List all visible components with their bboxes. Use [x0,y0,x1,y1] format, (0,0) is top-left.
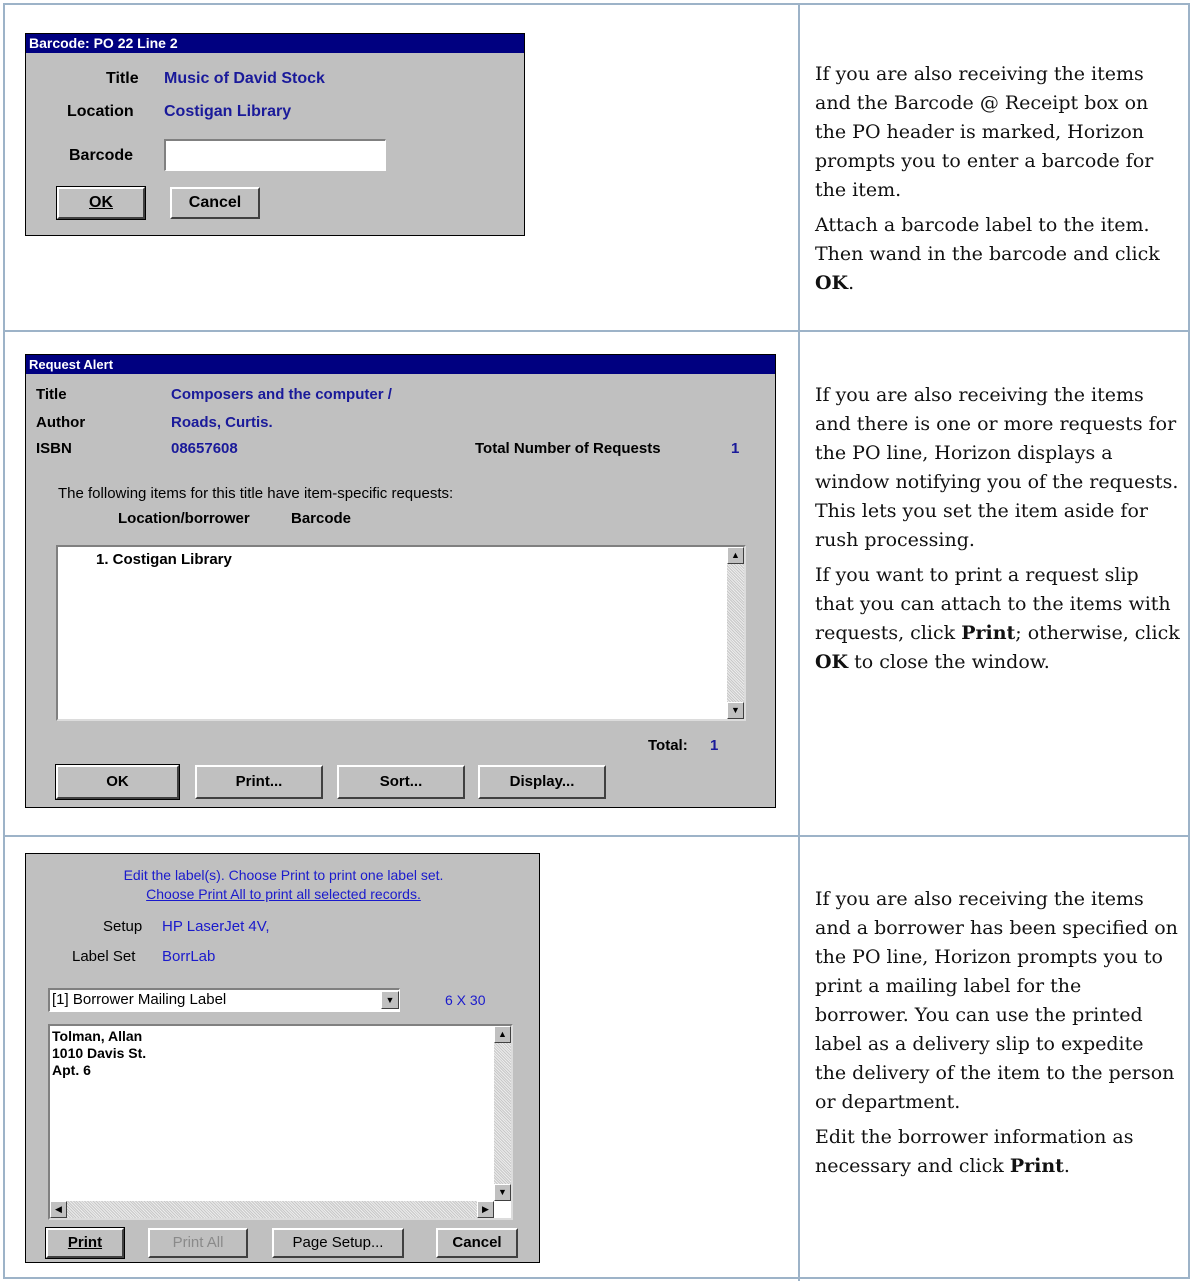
column-barcode: Barcode [291,510,352,527]
ok-button-label: OK [89,194,113,211]
scroll-down-icon[interactable]: ▼ [494,1184,511,1201]
label-line-2: 1010 Davis St. [52,1045,147,1061]
horizontal-scrollbar[interactable]: ◀ ▶ [50,1201,494,1218]
row3-paragraph-1: If you are also receiving the items and … [815,888,1178,1113]
barcode-dialog: Barcode: PO 22 Line 2 Title Music of Dav… [25,33,525,236]
row2-paragraph-1: If you are also receiving the items and … [815,384,1179,551]
cancel-button[interactable]: Cancel [170,187,260,219]
column-location-borrower: Location/borrower [118,510,250,527]
display-button[interactable]: Display... [478,765,606,799]
row2-paragraph-2: If you want to print a request slip that… [815,564,1180,673]
print-all-button[interactable]: Print All [148,1228,248,1258]
label-print-dialog: Edit the label(s). Choose Print to print… [25,853,540,1263]
barcode-input[interactable] [164,139,386,171]
vertical-scrollbar[interactable]: ▲ ▼ [727,547,744,719]
row1-paragraph-1: If you are also receiving the items and … [815,63,1154,201]
scroll-up-icon[interactable]: ▲ [727,547,744,564]
row3-description: If you are also receiving the items and … [815,885,1180,1187]
request-alert-dialog: Request Alert Title Composers and the co… [25,354,776,808]
column-divider [798,5,800,1281]
scroll-down-icon[interactable]: ▼ [727,702,744,719]
label-line-1: Tolman, Allan [52,1028,143,1044]
total-label: Total: [648,737,688,754]
isbn-value: 08657608 [171,440,238,457]
row1-description: If you are also receiving the items and … [815,60,1180,304]
label-set-label: Label Set [72,948,136,965]
print-button-label: Print [67,1234,103,1251]
barcode-label: Barcode [69,147,134,164]
scroll-right-icon[interactable]: ▶ [477,1201,494,1218]
setup-value: HP LaserJet 4V, [162,918,270,935]
label-type-dropdown[interactable]: [1] Borrower Mailing Label ▼ [48,988,400,1012]
title-value: Music of David Stock [164,70,325,87]
total-requests-label: Total Number of Requests [475,440,661,457]
scroll-up-icon[interactable]: ▲ [494,1026,511,1043]
print-button[interactable]: Print [45,1227,125,1259]
ok-button[interactable]: OK [55,764,180,800]
page-setup-button[interactable]: Page Setup... [272,1228,404,1258]
label-type-selected: [1] Borrower Mailing Label [52,991,227,1008]
row2-description: If you are also receiving the items and … [815,381,1180,683]
print-button[interactable]: Print... [195,765,323,799]
author-label: Author [36,414,86,431]
cancel-button[interactable]: Cancel [436,1228,518,1258]
author-value: Roads, Curtis. [171,414,273,431]
sort-button[interactable]: Sort... [337,765,465,799]
ok-button[interactable]: OK [56,186,146,220]
scroll-left-icon[interactable]: ◀ [50,1201,67,1218]
row-divider-1 [5,330,1190,332]
row1-paragraph-2: Attach a barcode label to the item. Then… [815,214,1160,294]
label-text-area[interactable]: Tolman, Allan 1010 Davis St. Apt. 6 ▲ ▼ … [48,1024,513,1220]
list-item[interactable]: 1. Costigan Library [96,551,232,568]
chevron-down-icon[interactable]: ▼ [381,991,399,1009]
title-label: Title [36,386,67,403]
total-requests-value: 1 [731,440,740,457]
instruction-line-2[interactable]: Choose Print All to print all selected r… [26,886,541,902]
total-value: 1 [710,737,719,754]
title-label: Title [106,70,139,87]
label-line-3: Apt. 6 [52,1062,91,1078]
requests-listbox[interactable]: 1. Costigan Library ▲ ▼ [56,545,746,721]
vertical-scrollbar[interactable]: ▲ ▼ [494,1026,511,1201]
isbn-label: ISBN [36,440,72,457]
instruction-line-1: Edit the label(s). Choose Print to print… [123,867,444,883]
location-label: Location [67,103,134,120]
request-alert-titlebar: Request Alert [26,355,775,374]
setup-label: Setup [103,918,143,935]
title-value: Composers and the computer / [171,386,392,403]
location-value: Costigan Library [164,103,292,120]
label-size-value: 6 X 30 [445,992,486,1008]
cancel-button-label: Cancel [188,194,242,211]
row-divider-2 [5,835,1190,837]
label-set-value: BorrLab [162,948,216,965]
row3-paragraph-2: Edit the borrower information as necessa… [815,1126,1134,1177]
barcode-dialog-titlebar: Barcode: PO 22 Line 2 [26,34,524,53]
items-heading: The following items for this title have … [58,485,454,502]
